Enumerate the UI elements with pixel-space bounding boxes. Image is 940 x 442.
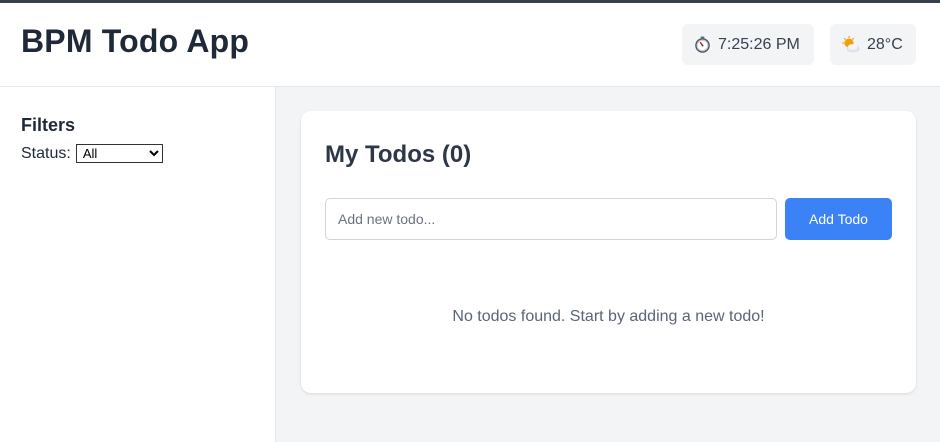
- todos-title: My Todos (0): [325, 141, 472, 168]
- sun-behind-cloud-icon: [842, 36, 860, 53]
- filters-title: Filters: [21, 115, 76, 135]
- add-todo-button[interactable]: Add Todo: [785, 198, 892, 240]
- status-label: Status:: [21, 144, 71, 162]
- sidebar: Filters Status: All: [0, 87, 276, 442]
- stopwatch-icon: [694, 36, 711, 53]
- empty-state-message: No todos found. Start by adding a new to…: [452, 308, 765, 325]
- weather-widget: 28°C: [830, 24, 916, 65]
- status-select[interactable]: All: [75, 144, 163, 163]
- main-content: My Todos (0) Add Todo No todos found. St…: [277, 87, 940, 442]
- clock-widget: 7:25:26 PM: [682, 24, 814, 65]
- app-header: BPM Todo App 7:25:26 PM 28°C: [0, 3, 940, 87]
- app-title: BPM Todo App: [21, 23, 250, 59]
- clock-time: 7:25:26 PM: [718, 35, 800, 53]
- weather-temperature: 28°C: [867, 35, 903, 53]
- status-filter: Status: All: [21, 144, 163, 163]
- new-todo-input[interactable]: [325, 198, 777, 240]
- todos-card: My Todos (0) Add Todo No todos found. St…: [301, 111, 916, 393]
